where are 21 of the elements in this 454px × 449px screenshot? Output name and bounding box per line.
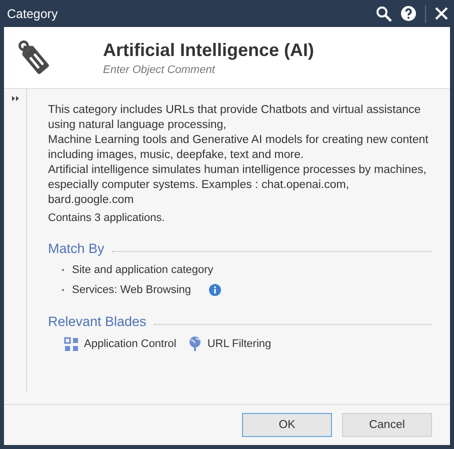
match-item: Site and application category (72, 264, 214, 276)
expand-icon[interactable] (12, 96, 18, 101)
info-icon[interactable] (209, 284, 222, 296)
section-heading: Match By (48, 241, 104, 256)
summary-text: Contains 3 applications. (48, 212, 166, 224)
category-title: Artificial Intelligence (AI) (103, 40, 314, 60)
description-text: Machine Learning tools and Generative AI models for creating new content including images, music, deepfake, text and more. (48, 133, 430, 163)
section-heading: Relevant Blades (48, 314, 146, 329)
comment-field[interactable]: Enter Object Comment (103, 64, 303, 76)
description-text: Artificial intelligence simulates human intelligence processes by machines, especially computer systems. Examples : chat.openai.com, bard.google.com (48, 163, 428, 208)
search-icon[interactable] (376, 6, 392, 22)
ok-button[interactable]: OK (242, 413, 332, 437)
blade-label: Application Control (84, 338, 176, 350)
blade-label: URL Filtering (207, 338, 272, 350)
description-text: This category includes URLs that provide Chatbots and virtual assistance using natural language processing, (48, 103, 422, 133)
match-item: Services: Web Browsing (72, 284, 192, 296)
cancel-button[interactable]: Cancel (342, 413, 432, 437)
window-title: Category (7, 6, 58, 20)
close-icon[interactable] (435, 7, 448, 20)
grid-icon (64, 336, 79, 352)
help-icon[interactable] (401, 6, 416, 21)
